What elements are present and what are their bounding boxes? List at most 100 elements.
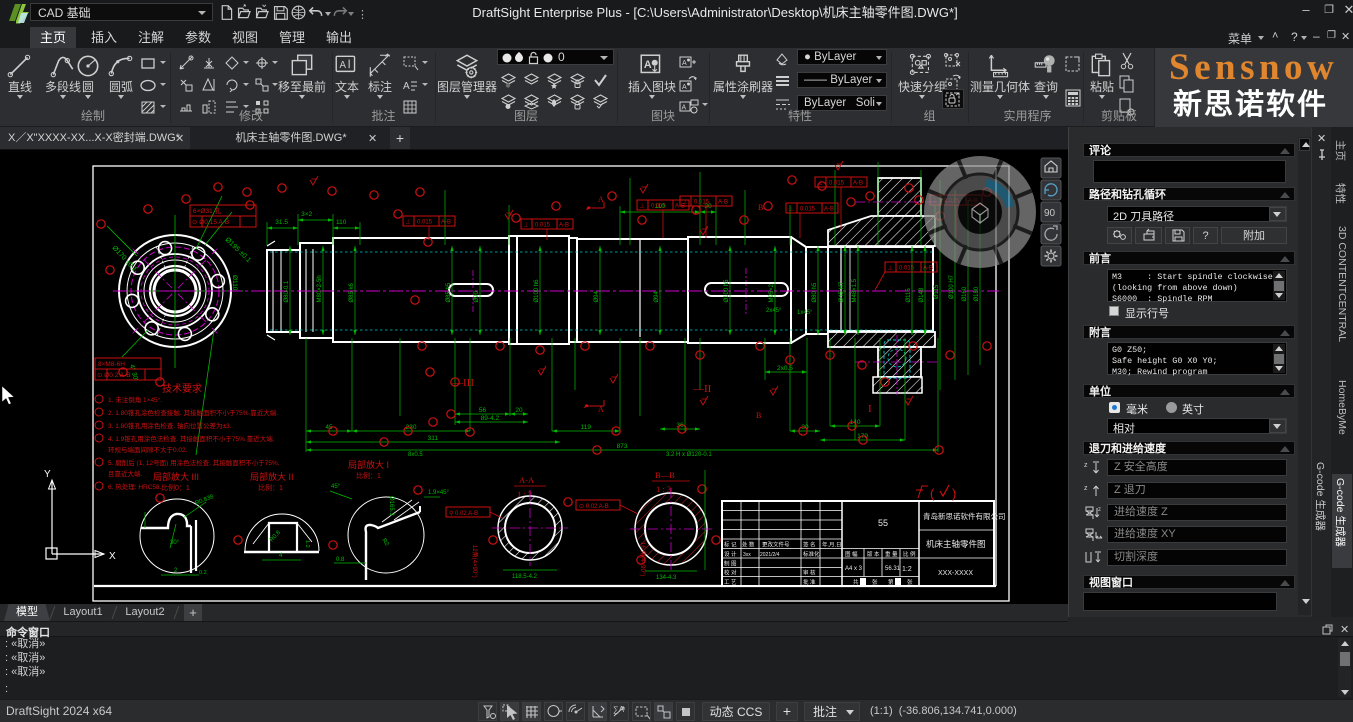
svg-text:16 角(4×90°): 16 角(4×90°) [639, 542, 647, 576]
svg-text:A-B: A-B [853, 181, 863, 187]
svg-text:Ø100 h6: Ø100 h6 [534, 279, 540, 303]
svg-text:设 计: 设 计 [724, 550, 737, 558]
svg-text:31.5: 31.5 [275, 219, 288, 226]
svg-text:Ø80 h5: Ø80 h5 [812, 282, 818, 302]
svg-text:A: A [682, 60, 687, 67]
svg-text:Ø94: Ø94 [594, 290, 600, 302]
svg-text:8x0.5: 8x0.5 [408, 452, 423, 458]
svg-text:134-4.3: 134-4.3 [656, 575, 677, 581]
svg-text:⊙ 0.02 A-B: ⊙ 0.02 A-B [579, 504, 609, 510]
svg-text:I: I [868, 403, 872, 415]
svg-text:110: 110 [336, 219, 347, 226]
svg-text:X: X [109, 551, 116, 562]
svg-text:局部放大 I: 局部放大 I [348, 459, 389, 470]
svg-text:Ø94: Ø94 [654, 290, 660, 302]
svg-text:B: B [758, 203, 763, 212]
svg-text:A4 x 3: A4 x 3 [845, 566, 863, 572]
svg-text:年.月.日: 年.月.日 [822, 541, 842, 549]
svg-text:工 艺: 工 艺 [724, 579, 737, 586]
svg-text:A: A [339, 60, 346, 71]
svg-text:—II: —II [692, 383, 712, 395]
svg-text:机床主轴零件图: 机床主轴零件图 [926, 539, 986, 549]
svg-text:A-B: A-B [923, 266, 933, 272]
svg-text:119: 119 [581, 424, 592, 431]
svg-text:—III: —III [451, 377, 474, 389]
svg-text:2021/2/4: 2021/2/4 [760, 552, 780, 558]
svg-text:1.2: 1.2 [304, 540, 310, 548]
svg-text:6. 热处理: HRC58.: 6. 热处理: HRC58. [108, 482, 162, 491]
svg-text:0.015: 0.015 [417, 220, 433, 226]
svg-text:Ø100 h5: Ø100 h5 [724, 279, 730, 303]
svg-text:校 对: 校 对 [724, 569, 737, 577]
svg-text:⚲ 0.02 A-B: ⚲ 0.02 A-B [449, 510, 478, 517]
svg-text:4. 1.9锥孔用涂色法检查. 其接触面积不小于75%.靠近: 4. 1.9锥孔用涂色法检查. 其接触面积不小于75%.靠近大端. [108, 434, 275, 443]
svg-text:处 数: 处 数 [742, 541, 755, 549]
svg-text:45°: 45° [331, 484, 341, 490]
svg-text:1. 未注倒角 1×45°.: 1. 未注倒角 1×45°. [108, 395, 162, 404]
svg-text:873: 873 [617, 443, 628, 450]
svg-text:⊥: ⊥ [683, 199, 688, 206]
svg-text:制 图: 制 图 [724, 560, 737, 568]
svg-text:A-B: A-B [559, 223, 569, 229]
svg-text:且靠近大端.: 且靠近大端. [108, 469, 143, 478]
svg-text:20: 20 [515, 407, 523, 414]
svg-text:12角(4×90°): 12角(4×90°) [471, 545, 479, 578]
svg-text:A-A: A-A [519, 475, 535, 485]
svg-text:A: A [598, 195, 604, 204]
svg-text:审 核: 审 核 [803, 569, 816, 577]
svg-text:批 准: 批 准 [803, 578, 816, 586]
svg-text:Sensnow: Sensnow [1169, 53, 1338, 85]
svg-text:技术要求: 技术要求 [162, 382, 202, 395]
svg-text:Ø148: Ø148 [919, 287, 925, 302]
svg-text:1.9×45°: 1.9×45° [428, 490, 450, 496]
svg-text:1:2: 1:2 [902, 566, 912, 573]
svg-text:比例0：1: 比例0：1 [161, 483, 190, 492]
svg-text:青岛新思诺软件有限公司: 青岛新思诺软件有限公司 [923, 511, 1006, 521]
svg-text:2x45°: 2x45° [766, 308, 782, 314]
svg-text:重 量: 重 量 [885, 550, 898, 558]
svg-text:⊥: ⊥ [640, 203, 645, 210]
svg-text:56.31: 56.31 [885, 566, 901, 572]
svg-text:A-B: A-B [441, 220, 451, 226]
svg-text:118.5-4.2: 118.5-4.2 [512, 574, 538, 580]
svg-text:90: 90 [1044, 208, 1056, 219]
svg-text:张: 张 [872, 578, 878, 586]
svg-text:比例：1: 比例：1 [356, 471, 381, 480]
svg-text:Ø45 H7: Ø45 H7 [839, 281, 845, 302]
svg-text:图 幅: 图 幅 [845, 550, 858, 558]
svg-text:Ø85 k6: Ø85 k6 [349, 282, 355, 302]
svg-text:56: 56 [479, 407, 487, 414]
svg-text:版 本: 版 本 [867, 550, 880, 558]
svg-text:Ø85 h5: Ø85 h5 [446, 282, 452, 302]
svg-text:(: ( [930, 486, 935, 501]
svg-text:Ø115: Ø115 [934, 284, 940, 299]
svg-text:Ø110: Ø110 [231, 275, 238, 291]
svg-text:2. 1.80锥孔涂色检查接触. 其接触面积不小于75%.靠: 2. 1.80锥孔涂色检查接触. 其接触面积不小于75%.靠近大端. [108, 408, 278, 417]
svg-text:0.8: 0.8 [336, 557, 345, 563]
svg-text:89-4.2: 89-4.2 [481, 415, 500, 422]
svg-text:0.015: 0.015 [829, 181, 845, 187]
svg-text:0.015: 0.015 [694, 200, 710, 206]
svg-text:A: A [682, 84, 687, 91]
svg-text:比 例: 比 例 [903, 550, 916, 558]
svg-text:8×M8-6H: 8×M8-6H [98, 361, 125, 368]
svg-text:A-B: A-B [718, 200, 728, 206]
svg-text:5. 磨削后 (1, 12号面) 用涂色法检查. 其接触面积: 5. 磨削后 (1, 12号面) 用涂色法检查. 其接触面积不小于75%. [108, 458, 280, 467]
svg-text:Ø160: Ø160 [962, 286, 968, 301]
svg-text:标准化: 标准化 [803, 550, 820, 558]
svg-text:A: A [403, 81, 410, 92]
svg-text:M95×2: M95×2 [769, 283, 775, 302]
svg-text:1x45°: 1x45° [797, 310, 813, 316]
svg-text:更改文件号: 更改文件号 [762, 541, 790, 549]
svg-text:⊥: ⊥ [789, 206, 794, 213]
svg-text:z: z [1084, 485, 1088, 492]
svg-text:Ø90: Ø90 [474, 290, 480, 302]
svg-text:B: B [756, 411, 761, 420]
svg-text:Ø165.3: Ø165.3 [388, 496, 394, 516]
svg-text:标 记: 标 记 [724, 541, 737, 549]
svg-text:⊥: ⊥ [524, 222, 529, 229]
svg-text:A: A [644, 59, 652, 71]
svg-text:⊙ Ø0.15 A-B: ⊙ Ø0.15 A-B [192, 219, 229, 226]
svg-text:A-B: A-B [824, 207, 834, 213]
svg-text:311: 311 [428, 435, 439, 442]
